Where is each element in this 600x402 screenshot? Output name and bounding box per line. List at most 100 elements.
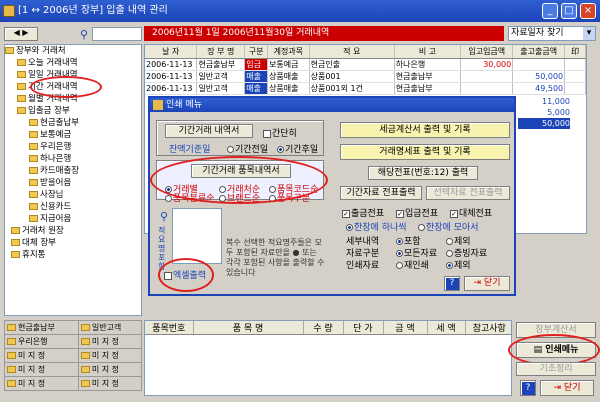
col-header[interactable]: 印 [564, 45, 586, 59]
memo-note: 복수 선택한 적요명주들은 모두 포함된 자료만을 ● 또는 각각 포함된 사항… [226, 238, 325, 277]
col-header[interactable]: 입고입금액 [460, 45, 514, 59]
col-header[interactable]: 날 자 [145, 45, 198, 59]
period-report-button[interactable]: 기간거래 내역서 [165, 124, 253, 138]
col-header[interactable]: 비 고 [394, 45, 462, 59]
folder-icon [7, 380, 16, 387]
ledger-slot[interactable]: 미 지 정 [4, 362, 79, 377]
tree-item[interactable]: 받을어음 [5, 177, 141, 189]
ledger-slot[interactable]: 미 지 정 [4, 348, 79, 363]
simple-checkbox[interactable]: 간단히 [263, 126, 297, 139]
item-detail-grid: 품목번호 품 목 명수 량단 가금 액세 액 참고사항 [144, 320, 512, 396]
col-header[interactable]: 출고출금액 [512, 45, 566, 59]
tree-item[interactable]: 휴지통 [5, 249, 141, 261]
ledger-slot[interactable]: 일반고객 [77, 320, 143, 335]
tree-item[interactable]: 대체 장부 [5, 237, 141, 249]
folder-icon [17, 95, 26, 102]
search-icon[interactable]: ⚲ [160, 210, 168, 223]
tree-item[interactable]: 우리은행 [5, 141, 141, 153]
ledger-slot[interactable]: 미 지 정 [77, 334, 143, 349]
col-header[interactable]: 세 액 [427, 321, 466, 335]
col-header[interactable]: 품 목 명 [193, 321, 304, 335]
trade-statement-button[interactable]: 거래명세표 출력 및 기록 [340, 144, 510, 160]
dialog-title-bar: 인쇄 메뉴 [150, 98, 514, 112]
option-one-per-page[interactable]: 한장에 하나씩 [346, 220, 407, 233]
folder-icon [17, 83, 26, 90]
check-transfer-slip[interactable]: ✓ 대체전표 [450, 206, 492, 219]
tree-item[interactable]: 사장님 [5, 189, 141, 201]
window-title: [1 ↔ 2006년 장부] 입출 내역 관리 [18, 5, 168, 16]
amount-column-tail: 11,000 5,000 50,000 [518, 96, 570, 129]
selected-slip-button[interactable]: 선택자료 전표출력 [426, 186, 510, 200]
print-reprint[interactable]: 재인쇄 [396, 258, 429, 271]
quick-ledger-grid: 현금출납부 일반고객 우리은행 미 지 정 미 지 정미 지 정 미 지 정미 지 … [4, 320, 143, 396]
check-deposit-slip[interactable]: ✓ 입금전표 [396, 206, 438, 219]
period-banner: 2006년11월 1일 2006년11월30일 거래내역 [144, 26, 504, 41]
col-header[interactable]: 계정과목 [267, 45, 310, 59]
tree-root[interactable]: 장부와 거래처 [5, 45, 141, 57]
folder-icon [29, 155, 38, 162]
ledger-slot[interactable]: 미 지 정 [77, 376, 143, 391]
ledger-slot[interactable]: 미 지 정 [4, 376, 79, 391]
folder-icon [17, 107, 26, 114]
col-header[interactable]: 참고사항 [465, 321, 511, 335]
memo-list-input[interactable] [172, 208, 222, 264]
folder-icon [80, 352, 90, 359]
tree-item[interactable]: 지급어음 [5, 213, 141, 225]
print-menu-dialog: 인쇄 메뉴 기간거래 내역서 간단히 잔액기준일 기간전일 기간후일 기간거래 … [148, 96, 516, 296]
tree-item[interactable]: 보통예금 [5, 129, 141, 141]
folder-icon [7, 352, 16, 359]
tree-item[interactable]: 거래처 원장 [5, 225, 141, 237]
col-header[interactable]: 금 액 [383, 321, 428, 335]
basic-cleanup-button[interactable]: 기초정리 [516, 362, 596, 376]
search-input[interactable] [92, 27, 142, 41]
folder-icon [29, 191, 38, 198]
minimize-button[interactable]: _ [542, 3, 558, 19]
table-row[interactable]: 2006-11-13 현금출납부 입금 보통예금 현금인출 하나은행 30,000 [145, 58, 586, 71]
print-exclude[interactable]: 제외 [446, 258, 471, 271]
col-header[interactable]: 품목번호 [145, 321, 194, 335]
search-icon[interactable]: ⚲ [80, 28, 88, 41]
ledger-slot[interactable]: 미 지 정 [77, 348, 143, 363]
ledger-slot[interactable]: 우리은행 [4, 334, 79, 349]
tree-item[interactable]: 하나은행 [5, 153, 141, 165]
folder-icon [29, 167, 38, 174]
folder-icon [29, 215, 38, 222]
sort-select-value: 자료일자 찾기 [511, 28, 564, 38]
folder-icon [7, 366, 16, 373]
help-button[interactable]: ? [444, 276, 460, 291]
folder-icon [7, 338, 16, 345]
col-header[interactable]: 수 량 [303, 321, 344, 335]
balance-option-after[interactable]: 기간후일 [277, 142, 318, 155]
balance-option-before[interactable]: 기간전일 [227, 142, 268, 155]
tree-item[interactable]: 카드매출장 [5, 165, 141, 177]
tree-item[interactable]: 입출금 장부 [5, 105, 141, 117]
tree-item[interactable]: 현금출납부 [5, 117, 141, 129]
nav-arrows-button[interactable]: ◀ ▶ [4, 27, 38, 41]
tax-invoice-button[interactable]: 세금계산서 출력 및 기록 [340, 122, 510, 138]
col-header[interactable]: 장 부 명 [196, 45, 246, 59]
table-row[interactable]: 2006-11-13 일반고객 매출 상품매출 상품001외 1건 현금출납부 49,500 [145, 82, 586, 95]
sort-select[interactable]: 자료일자 찾기 ▾ [508, 26, 596, 41]
close-window-button[interactable]: × [580, 3, 596, 19]
title-bar: [1 ↔ 2006년 장부] 입출 내역 관리 [0, 0, 600, 22]
col-header[interactable]: 단 가 [343, 321, 384, 335]
folder-icon [29, 203, 38, 210]
tree-item[interactable]: 신용카드 [5, 201, 141, 213]
check-payment-slip[interactable]: ✓ 출금전표 [342, 206, 384, 219]
table-row[interactable]: 2006-11-13 일반고객 매출 상품매출 상품001 현금출납부 50,000 [145, 70, 586, 83]
col-header[interactable]: 적 요 [309, 45, 395, 59]
maximize-button[interactable]: □ [561, 3, 577, 19]
chevron-down-icon[interactable]: ▾ [583, 27, 595, 40]
ledger-slot[interactable]: 미 지 정 [77, 362, 143, 377]
slip-print-button[interactable]: 해당전표(번호:12) 출력 [368, 166, 478, 180]
help-button[interactable]: ? [520, 380, 536, 396]
tree-item[interactable]: 오늘 거래내역 [5, 57, 141, 69]
option-combined[interactable]: 한장에 모아서 [418, 220, 479, 233]
dialog-close-button[interactable]: ⇥ 닫기 [464, 276, 510, 291]
ledger-slot[interactable]: 현금출납부 [4, 320, 79, 335]
period-slip-button[interactable]: 기간자료 전표출력 [340, 186, 422, 200]
folder-icon [17, 59, 26, 66]
folder-icon [7, 324, 16, 331]
col-header[interactable]: 구분 [244, 45, 269, 59]
close-button[interactable]: ⇥ 닫기 [540, 380, 594, 396]
